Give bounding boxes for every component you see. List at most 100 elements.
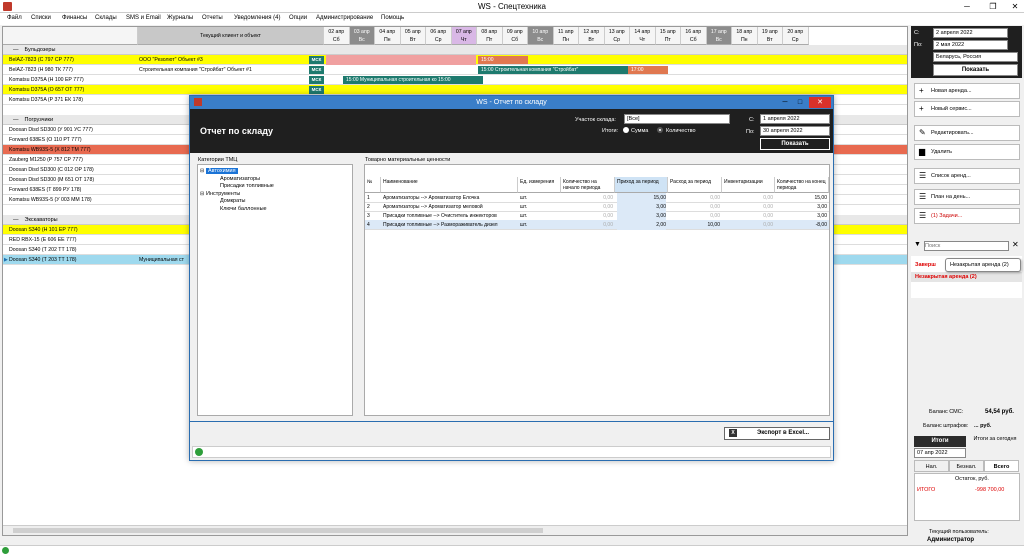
machine-row[interactable]: BelAZ-7823 (Н 980 ТК 777) Строительная ко… <box>3 65 907 75</box>
machine-name: Komatsu D375A (О 657 ОТ 777) <box>9 87 85 93</box>
column-header[interactable]: Количество на конец периода <box>775 177 829 193</box>
horizontal-scrollbar[interactable] <box>3 525 907 535</box>
day-column-header[interactable]: 07 апр Чт <box>451 27 477 45</box>
day-column-header[interactable]: 10 апр Вс <box>528 27 554 45</box>
machine-name: Doosan Disd SD300 (С 012 ОР 178) <box>9 167 94 173</box>
menu-warehouses[interactable]: Склады <box>95 15 117 21</box>
dialog-close-button[interactable]: ✕ <box>809 97 831 108</box>
machine-row[interactable]: Komatsu D375A (О 657 ОТ 777) МСК <box>3 85 907 95</box>
dialog-minimize-button[interactable]: ─ <box>778 97 792 108</box>
scrollbar-thumb[interactable] <box>13 528 543 533</box>
collapse-icon[interactable]: ⊟ <box>200 168 204 174</box>
column-header[interactable]: Приход за период <box>615 177 668 193</box>
column-header[interactable]: Инвентаризации <box>722 177 775 193</box>
table-row[interactable]: 4 Присадки топливные --> Размораживатель … <box>365 220 829 230</box>
column-header[interactable]: № <box>365 177 381 193</box>
reservation-bar[interactable] <box>326 55 476 65</box>
menu-admin[interactable]: Администрирование <box>316 15 373 21</box>
menu-finance[interactable]: Финансы <box>62 15 87 21</box>
cash-tab[interactable]: Нал. <box>914 460 949 472</box>
menu-file[interactable]: Файл <box>7 15 22 21</box>
filter-icon[interactable]: ▼ <box>914 241 922 248</box>
column-header[interactable]: Ед. измерения <box>518 177 561 193</box>
status-bar <box>0 545 1024 555</box>
collapse-icon[interactable]: ⊟ <box>200 191 204 197</box>
report-to-date[interactable]: 30 апреля 2022 <box>760 126 830 136</box>
minimize-button[interactable]: ─ <box>960 0 974 13</box>
notification-unclosed[interactable]: Незакрытая аренда (2) <box>911 272 1022 282</box>
rent-list-button[interactable]: ☰ Список аренд... <box>914 168 1020 184</box>
day-column-header[interactable]: 17 апр Вс <box>706 27 732 45</box>
edit-button[interactable]: ✎ Редактировать... <box>914 125 1020 141</box>
day-column-header[interactable]: 09 апр Сб <box>502 27 528 45</box>
tree-node[interactable]: Инструменты <box>206 191 240 197</box>
new-service-button[interactable]: + Новый сервис... <box>914 101 1020 117</box>
trash-icon: ▆ <box>919 147 926 156</box>
region-badge: МСК <box>309 56 324 64</box>
day-column-header[interactable]: 16 апр Сб <box>681 27 707 45</box>
rental-bar[interactable]: 15:00 Строительная компания "Стройбат" <box>478 66 628 74</box>
noncash-tab[interactable]: Безнал. <box>949 460 984 472</box>
quantity-radio[interactable] <box>657 127 663 133</box>
report-from-date[interactable]: 1 апреля 2022 <box>760 114 830 124</box>
column-header[interactable]: Наименование <box>381 177 518 193</box>
search-input[interactable] <box>924 241 1009 251</box>
notification-closed[interactable]: Заверш <box>915 262 936 268</box>
day-column-header[interactable]: 19 апр Вт <box>757 27 783 45</box>
dialog-maximize-button[interactable]: □ <box>793 97 807 108</box>
tree-node[interactable]: Ароматизаторы <box>220 176 260 182</box>
tree-node[interactable]: Домкраты <box>220 198 246 204</box>
totals-today-tab[interactable]: Итоги за сегодня <box>969 436 1021 443</box>
day-column-header[interactable]: 13 апр Ср <box>604 27 630 45</box>
group-bulldozers[interactable]: — Бульдозеры <box>3 45 907 55</box>
menu-reports[interactable]: Отчеты <box>202 15 223 21</box>
tree-node[interactable]: Автохимия <box>206 168 238 174</box>
day-column-header[interactable]: 06 апр Ср <box>426 27 452 45</box>
export-excel-button[interactable]: X Экспорт в Excel... <box>724 427 830 440</box>
day-column-header[interactable]: 08 апр Пт <box>477 27 503 45</box>
report-show-button[interactable]: Показать <box>760 138 830 150</box>
rental-bar[interactable]: 15:00 <box>478 56 528 64</box>
menu-sms[interactable]: SMS и Email <box>126 15 161 21</box>
total-tab[interactable]: Всего <box>984 460 1019 472</box>
day-column-header[interactable]: 03 апр Вс <box>349 27 375 45</box>
day-column-header[interactable]: 02 апр Сб <box>324 27 350 45</box>
menu-notifications[interactable]: Уведомления (4) <box>234 15 281 21</box>
rental-bar[interactable]: 15:00 Муниципальная строительная ко 15:0… <box>343 76 483 84</box>
totals-date-picker[interactable]: 07 апр 2022 <box>914 448 966 458</box>
menu-journals[interactable]: Журналы <box>167 15 193 21</box>
column-header[interactable]: Количество на начало периода <box>561 177 615 193</box>
day-column-header[interactable]: 04 апр Пн <box>375 27 401 45</box>
menu-options[interactable]: Опции <box>289 15 307 21</box>
day-column-header[interactable]: 11 апр Пн <box>553 27 579 45</box>
region-select[interactable]: Беларусь, Россия <box>933 52 1018 62</box>
day-plan-button[interactable]: ☰ План на день... <box>914 189 1020 205</box>
day-column-header[interactable]: 12 апр Вт <box>579 27 605 45</box>
tree-node[interactable]: Ключи баллонные <box>220 206 267 212</box>
new-rent-button[interactable]: + Новая аренда... <box>914 83 1020 99</box>
tree-node[interactable]: Присадки топливные <box>220 183 274 189</box>
maximize-button[interactable]: ❐ <box>986 0 1000 13</box>
cell-inv: 0,00 <box>763 222 773 228</box>
column-header[interactable]: Расход за период <box>668 177 722 193</box>
to-date-picker[interactable]: 2 мая 2022 <box>933 40 1008 50</box>
menu-lists[interactable]: Списки <box>31 15 51 21</box>
menu-help[interactable]: Помощь <box>381 15 404 21</box>
divider <box>190 421 833 422</box>
tasks-button[interactable]: ☰ (1) Задачи... <box>914 208 1020 224</box>
sum-radio[interactable] <box>623 127 629 133</box>
day-column-header[interactable]: 05 апр Вт <box>400 27 426 45</box>
warehouse-site-select[interactable]: [Все] <box>624 114 730 124</box>
day-column-header[interactable]: 14 апр Чт <box>630 27 656 45</box>
day-column-header[interactable]: 15 апр Пт <box>655 27 681 45</box>
from-date-picker[interactable]: 2 апреля 2022 <box>933 28 1008 38</box>
excel-icon: X <box>729 429 737 437</box>
day-column-header[interactable]: 20 апр Ср <box>783 27 809 45</box>
clear-search-icon[interactable]: ✕ <box>1012 240 1019 249</box>
totals-tab[interactable]: Итоги <box>914 436 966 447</box>
day-column-header[interactable]: 18 апр Пн <box>732 27 758 45</box>
show-button[interactable]: Показать <box>933 64 1018 76</box>
rental-bar[interactable]: 17:00 <box>628 66 668 74</box>
close-button[interactable]: ✕ <box>1008 0 1022 13</box>
delete-button[interactable]: ▆ Удалить <box>914 144 1020 160</box>
